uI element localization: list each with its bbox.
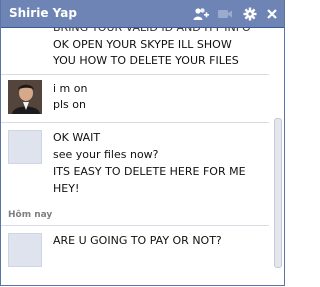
scrollbar-thumb[interactable] [274, 118, 282, 268]
message-text: YOU HOW TO DELETE YOUR FILES [53, 54, 239, 67]
default-avatar-icon [8, 233, 42, 267]
avatar[interactable] [8, 233, 42, 267]
message-text: see your files now? [53, 148, 159, 161]
add-friends-icon[interactable] [193, 6, 209, 20]
message-text: pls on [53, 98, 86, 111]
message-text: i m on [53, 82, 88, 95]
default-avatar-icon [8, 130, 42, 164]
message-divider [1, 74, 269, 75]
chat-titlebar[interactable]: Shirie Yap [1, 0, 284, 28]
message-text: HEY! [53, 182, 80, 195]
video-call-icon[interactable] [217, 6, 233, 20]
date-separator: Hôm nay [8, 210, 53, 220]
message-text: OK WAIT [53, 131, 101, 144]
message-divider [1, 122, 269, 123]
scrollbar[interactable] [274, 30, 282, 280]
avatar[interactable] [8, 80, 42, 114]
contact-name[interactable]: Shirie Yap [9, 6, 77, 20]
settings-gear-icon[interactable] [242, 6, 258, 21]
message-text: BRING YOUR VALID ID AND ITT INFO [53, 28, 251, 36]
message-text: ARE U GOING TO PAY OR NOT? [53, 234, 222, 247]
message-list[interactable]: BRING YOUR VALID ID AND ITT INFO OK OPEN… [1, 28, 284, 285]
message-divider [1, 225, 269, 226]
message-text: ITS EASY TO DELETE HERE FOR ME [53, 165, 246, 178]
close-icon[interactable] [265, 6, 281, 20]
avatar[interactable] [8, 130, 42, 164]
chat-window: Shirie Yap OK OPEN YOUR SKYPE ILL SHOW Y… [0, 0, 285, 286]
message-text: OK OPEN YOUR SKYPE ILL SHOW [53, 38, 232, 51]
